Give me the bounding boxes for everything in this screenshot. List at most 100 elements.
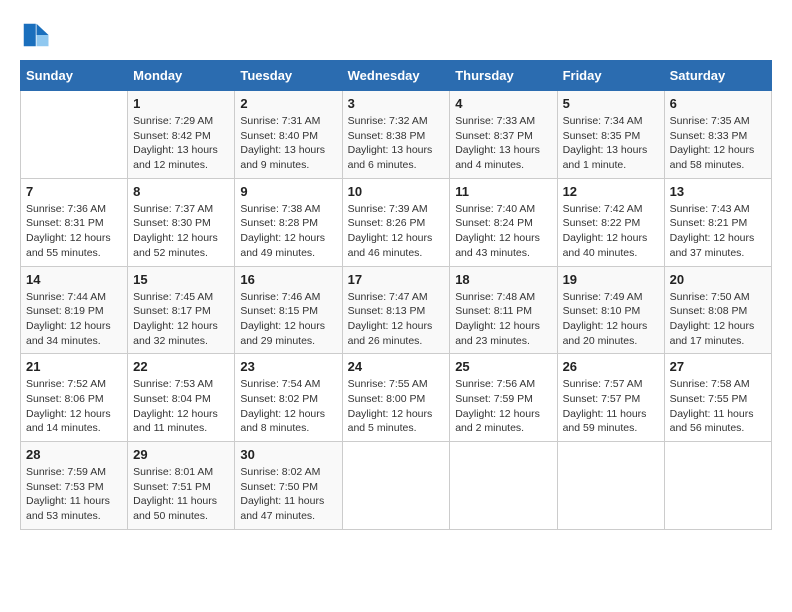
day-info: Sunrise: 7:40 AMSunset: 8:24 PMDaylight:… xyxy=(455,202,551,261)
day-info: Sunrise: 7:33 AMSunset: 8:37 PMDaylight:… xyxy=(455,114,551,173)
day-cell: 14Sunrise: 7:44 AMSunset: 8:19 PMDayligh… xyxy=(21,266,128,354)
day-cell: 19 Sunrise: 7:49 AMSunset: 8:10 PMDayligh… xyxy=(557,266,664,354)
day-cell: 27 Sunrise: 7:58 AMSunset: 7:55 PMDayligh… xyxy=(664,354,771,442)
day-cell: 20Sunrise: 7:50 AMSunset: 8:08 PMDayligh… xyxy=(664,266,771,354)
day-cell: 25Sunrise: 7:56 AMSunset: 7:59 PMDayligh… xyxy=(450,354,557,442)
day-cell: 16Sunrise: 7:46 AMSunset: 8:15 PMDayligh… xyxy=(235,266,342,354)
day-number: 27 xyxy=(670,359,766,374)
day-number: 30 xyxy=(240,447,336,462)
day-info: Sunrise: 8:02 AMSunset: 7:50 PMDaylight:… xyxy=(240,465,336,524)
day-cell: 11Sunrise: 7:40 AMSunset: 8:24 PMDayligh… xyxy=(450,178,557,266)
day-info: Sunrise: 7:44 AMSunset: 8:19 PMDaylight:… xyxy=(26,290,122,349)
column-header-sunday: Sunday xyxy=(21,61,128,91)
header-row: SundayMondayTuesdayWednesdayThursdayFrid… xyxy=(21,61,772,91)
day-info: Sunrise: 7:47 AMSunset: 8:13 PMDaylight:… xyxy=(348,290,445,349)
day-number: 13 xyxy=(670,184,766,199)
day-cell: 22Sunrise: 7:53 AMSunset: 8:04 PMDayligh… xyxy=(128,354,235,442)
page-header xyxy=(20,20,772,50)
week-row-1: 1 Sunrise: 7:29 AMSunset: 8:42 PMDaylight… xyxy=(21,91,772,179)
day-cell: 26 Sunrise: 7:57 AMSunset: 7:57 PMDayligh… xyxy=(557,354,664,442)
day-number: 24 xyxy=(348,359,445,374)
column-header-friday: Friday xyxy=(557,61,664,91)
day-info: Sunrise: 7:37 AMSunset: 8:30 PMDaylight:… xyxy=(133,202,229,261)
day-info: Sunrise: 7:29 AMSunset: 8:42 PMDaylight:… xyxy=(133,114,229,173)
day-number: 18 xyxy=(455,272,551,287)
day-number: 2 xyxy=(240,96,336,111)
day-info: Sunrise: 7:52 AMSunset: 8:06 PMDaylight:… xyxy=(26,377,122,436)
day-cell: 15 Sunrise: 7:45 AMSunset: 8:17 PMDayligh… xyxy=(128,266,235,354)
day-info: Sunrise: 7:34 AMSunset: 8:35 PMDaylight:… xyxy=(563,114,659,173)
day-number: 22 xyxy=(133,359,229,374)
day-number: 21 xyxy=(26,359,122,374)
day-info: Sunrise: 7:49 AMSunset: 8:10 PMDaylight:… xyxy=(563,290,659,349)
day-cell xyxy=(21,91,128,179)
day-info: Sunrise: 7:39 AMSunset: 8:26 PMDaylight:… xyxy=(348,202,445,261)
day-cell: 8 Sunrise: 7:37 AMSunset: 8:30 PMDaylight… xyxy=(128,178,235,266)
day-info: Sunrise: 7:35 AMSunset: 8:33 PMDaylight:… xyxy=(670,114,766,173)
day-info: Sunrise: 7:36 AMSunset: 8:31 PMDaylight:… xyxy=(26,202,122,261)
day-number: 12 xyxy=(563,184,659,199)
week-row-2: 7 Sunrise: 7:36 AMSunset: 8:31 PMDaylight… xyxy=(21,178,772,266)
day-number: 29 xyxy=(133,447,229,462)
day-number: 19 xyxy=(563,272,659,287)
day-cell: 28 Sunrise: 7:59 AMSunset: 7:53 PMDayligh… xyxy=(21,442,128,530)
day-number: 17 xyxy=(348,272,445,287)
day-cell xyxy=(342,442,450,530)
day-number: 1 xyxy=(133,96,229,111)
day-number: 7 xyxy=(26,184,122,199)
day-number: 28 xyxy=(26,447,122,462)
day-cell: 5Sunrise: 7:34 AMSunset: 8:35 PMDaylight… xyxy=(557,91,664,179)
day-cell: 10 Sunrise: 7:39 AMSunset: 8:26 PMDayligh… xyxy=(342,178,450,266)
day-number: 26 xyxy=(563,359,659,374)
day-info: Sunrise: 7:43 AMSunset: 8:21 PMDaylight:… xyxy=(670,202,766,261)
day-info: Sunrise: 7:32 AMSunset: 8:38 PMDaylight:… xyxy=(348,114,445,173)
day-cell: 24 Sunrise: 7:55 AMSunset: 8:00 PMDayligh… xyxy=(342,354,450,442)
calendar-header: SundayMondayTuesdayWednesdayThursdayFrid… xyxy=(21,61,772,91)
day-info: Sunrise: 7:31 AMSunset: 8:40 PMDaylight:… xyxy=(240,114,336,173)
day-cell xyxy=(557,442,664,530)
day-info: Sunrise: 7:56 AMSunset: 7:59 PMDaylight:… xyxy=(455,377,551,436)
day-number: 20 xyxy=(670,272,766,287)
column-header-wednesday: Wednesday xyxy=(342,61,450,91)
day-cell xyxy=(450,442,557,530)
day-number: 6 xyxy=(670,96,766,111)
day-number: 15 xyxy=(133,272,229,287)
calendar-body: 1 Sunrise: 7:29 AMSunset: 8:42 PMDaylight… xyxy=(21,91,772,530)
day-cell: 9 Sunrise: 7:38 AMSunset: 8:28 PMDaylight… xyxy=(235,178,342,266)
day-number: 3 xyxy=(348,96,445,111)
day-cell: 7 Sunrise: 7:36 AMSunset: 8:31 PMDaylight… xyxy=(21,178,128,266)
week-row-4: 21 Sunrise: 7:52 AMSunset: 8:06 PMDayligh… xyxy=(21,354,772,442)
day-number: 8 xyxy=(133,184,229,199)
column-header-thursday: Thursday xyxy=(450,61,557,91)
day-cell: 12 Sunrise: 7:42 AMSunset: 8:22 PMDayligh… xyxy=(557,178,664,266)
day-cell: 29 Sunrise: 8:01 AMSunset: 7:51 PMDayligh… xyxy=(128,442,235,530)
day-info: Sunrise: 7:55 AMSunset: 8:00 PMDaylight:… xyxy=(348,377,445,436)
day-info: Sunrise: 7:48 AMSunset: 8:11 PMDaylight:… xyxy=(455,290,551,349)
column-header-saturday: Saturday xyxy=(664,61,771,91)
week-row-5: 28 Sunrise: 7:59 AMSunset: 7:53 PMDayligh… xyxy=(21,442,772,530)
day-info: Sunrise: 7:38 AMSunset: 8:28 PMDaylight:… xyxy=(240,202,336,261)
day-info: Sunrise: 7:57 AMSunset: 7:57 PMDaylight:… xyxy=(563,377,659,436)
logo xyxy=(20,20,52,50)
day-cell: 6 Sunrise: 7:35 AMSunset: 8:33 PMDaylight… xyxy=(664,91,771,179)
day-number: 9 xyxy=(240,184,336,199)
calendar-table: SundayMondayTuesdayWednesdayThursdayFrid… xyxy=(20,60,772,530)
day-cell: 4Sunrise: 7:33 AMSunset: 8:37 PMDaylight… xyxy=(450,91,557,179)
day-cell: 23Sunrise: 7:54 AMSunset: 8:02 PMDayligh… xyxy=(235,354,342,442)
day-info: Sunrise: 7:46 AMSunset: 8:15 PMDaylight:… xyxy=(240,290,336,349)
day-number: 10 xyxy=(348,184,445,199)
day-info: Sunrise: 7:58 AMSunset: 7:55 PMDaylight:… xyxy=(670,377,766,436)
day-info: Sunrise: 7:42 AMSunset: 8:22 PMDaylight:… xyxy=(563,202,659,261)
day-info: Sunrise: 8:01 AMSunset: 7:51 PMDaylight:… xyxy=(133,465,229,524)
day-cell: 13 Sunrise: 7:43 AMSunset: 8:21 PMDayligh… xyxy=(664,178,771,266)
week-row-3: 14Sunrise: 7:44 AMSunset: 8:19 PMDayligh… xyxy=(21,266,772,354)
day-number: 23 xyxy=(240,359,336,374)
day-info: Sunrise: 7:59 AMSunset: 7:53 PMDaylight:… xyxy=(26,465,122,524)
column-header-tuesday: Tuesday xyxy=(235,61,342,91)
day-info: Sunrise: 7:45 AMSunset: 8:17 PMDaylight:… xyxy=(133,290,229,349)
logo-icon xyxy=(20,20,50,50)
day-cell xyxy=(664,442,771,530)
day-cell: 21 Sunrise: 7:52 AMSunset: 8:06 PMDayligh… xyxy=(21,354,128,442)
day-cell: 2 Sunrise: 7:31 AMSunset: 8:40 PMDaylight… xyxy=(235,91,342,179)
day-cell: 1 Sunrise: 7:29 AMSunset: 8:42 PMDaylight… xyxy=(128,91,235,179)
